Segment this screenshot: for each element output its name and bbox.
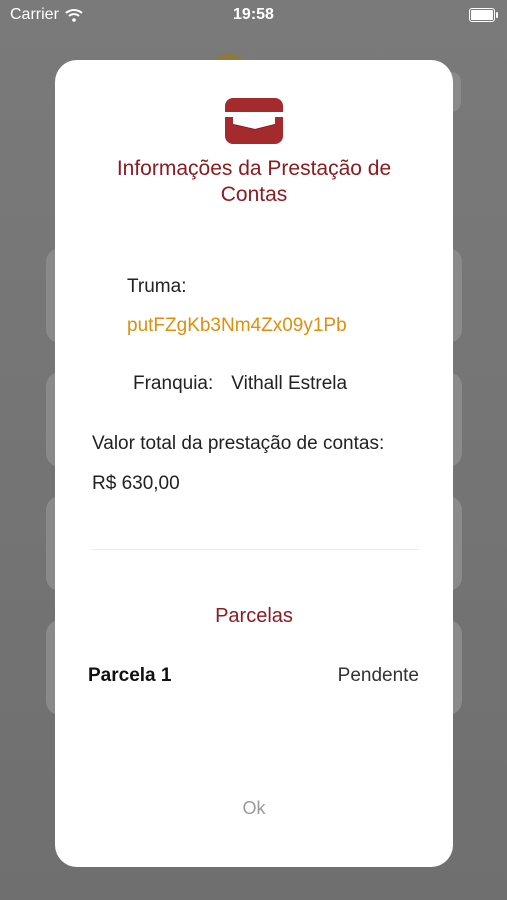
franquia-value: Vithall Estrela <box>231 373 348 394</box>
status-time: 19:58 <box>233 6 274 23</box>
parcela-name: Parcela 1 <box>88 665 172 686</box>
franquia-row: Franquia: Vithall Estrela <box>133 373 347 395</box>
franquia-label: Franquia: <box>133 373 214 394</box>
battery-icon <box>469 8 498 22</box>
wallet-icon <box>225 98 283 144</box>
divider <box>91 549 419 550</box>
valor-total-label: Valor total da prestação de contas: <box>92 433 385 454</box>
parcela-status: Pendente <box>337 665 419 686</box>
status-bar: Carrier 19:58 <box>0 0 507 32</box>
valor-total-value: R$ 630,00 <box>92 473 180 494</box>
prestacao-dialog: Informações da Prestação de Contas Truma… <box>55 60 453 867</box>
parcelas-title: Parcelas <box>215 605 293 627</box>
turma-label: Truma: <box>127 276 187 297</box>
parcela-row: Parcela 1 Pendente <box>88 665 419 687</box>
turma-value: putFZgKb3Nm4Zx09y1Pb <box>127 315 347 336</box>
ok-button[interactable]: Ok <box>55 798 453 819</box>
dialog-title: Informações da Prestação de Contas <box>116 157 392 206</box>
